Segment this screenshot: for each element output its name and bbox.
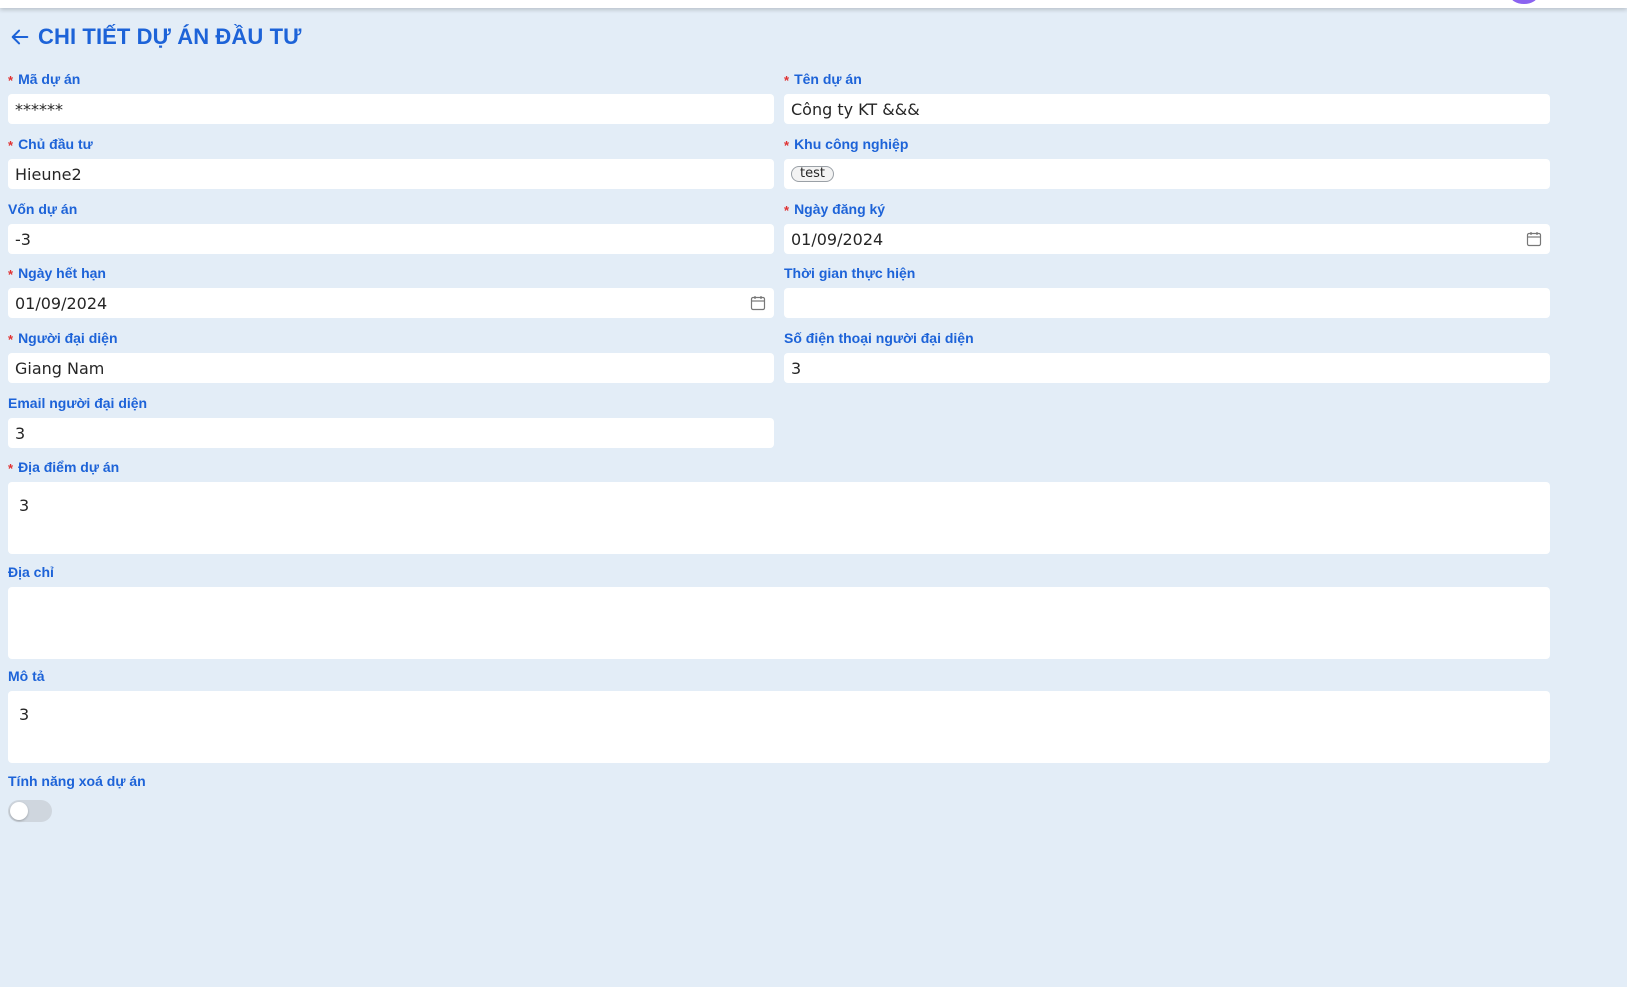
khu-cong-nghiep-select[interactable]: test bbox=[784, 159, 1550, 189]
field-label: Địa chỉ bbox=[8, 564, 54, 580]
required-mark: * bbox=[8, 331, 14, 347]
ngay-het-han-datepicker[interactable]: 01/09/2024 bbox=[8, 288, 774, 318]
field-label: Mã dự án bbox=[18, 71, 81, 87]
arrow-left-icon bbox=[11, 29, 29, 45]
thoi-gian-thuc-hien-input[interactable] bbox=[784, 288, 1550, 318]
field-label: Vốn dự án bbox=[8, 201, 78, 217]
required-mark: * bbox=[8, 137, 14, 153]
calendar-icon[interactable] bbox=[750, 295, 766, 311]
field-ngay-het-han: * Ngày hết hạn 01/09/2024 bbox=[8, 264, 774, 318]
mo-ta-textarea[interactable]: 3 bbox=[8, 691, 1550, 763]
field-thoi-gian-thuc-hien: Thời gian thực hiện bbox=[784, 264, 1550, 318]
dia-chi-textarea[interactable] bbox=[8, 587, 1550, 659]
field-label: Mô tả bbox=[8, 668, 45, 684]
field-label: Tính năng xoá dự án bbox=[8, 773, 146, 789]
required-mark: * bbox=[784, 137, 790, 153]
field-label: Người đại diện bbox=[18, 330, 118, 346]
dia-diem-du-an-textarea[interactable]: 3 bbox=[8, 482, 1550, 554]
avatar[interactable] bbox=[1510, 0, 1538, 4]
field-label: Tên dự án bbox=[794, 71, 862, 87]
email-nguoi-dai-dien-input[interactable]: 3 bbox=[8, 418, 774, 448]
chu-dau-tu-input[interactable]: Hieune2 bbox=[8, 159, 774, 189]
field-label: Khu công nghiệp bbox=[794, 136, 909, 152]
field-label: Địa điểm dự án bbox=[18, 459, 120, 475]
field-mo-ta: Mô tả 3 bbox=[8, 667, 1550, 763]
date-value: 01/09/2024 bbox=[791, 229, 884, 249]
field-ma-du-an: * Mã dự án ****** bbox=[8, 70, 774, 124]
field-label: Số điện thoại người đại diện bbox=[784, 330, 974, 346]
field-tinh-nang-xoa: Tính năng xoá dự án bbox=[8, 772, 308, 826]
delete-feature-toggle[interactable] bbox=[8, 800, 52, 822]
von-du-an-input[interactable]: -3 bbox=[8, 224, 774, 254]
toggle-knob bbox=[10, 802, 28, 820]
field-chu-dau-tu: * Chủ đầu tư Hieune2 bbox=[8, 135, 774, 189]
page-title: CHI TIẾT DỰ ÁN ĐẦU TƯ bbox=[38, 24, 302, 49]
date-value: 01/09/2024 bbox=[15, 293, 108, 313]
field-label: Email người đại diện bbox=[8, 395, 148, 411]
field-sdt-nguoi-dai-dien: Số điện thoại người đại diện 3 bbox=[784, 329, 1550, 383]
field-label: Ngày hết hạn bbox=[18, 265, 106, 281]
calendar-icon[interactable] bbox=[1526, 231, 1542, 247]
sdt-nguoi-dai-dien-input[interactable]: 3 bbox=[784, 353, 1550, 383]
field-dia-diem-du-an: * Địa điểm dự án 3 bbox=[8, 458, 1550, 554]
field-khu-cong-nghiep: * Khu công nghiệp test bbox=[784, 135, 1550, 189]
required-mark: * bbox=[8, 72, 14, 88]
nguoi-dai-dien-input[interactable]: Giang Nam bbox=[8, 353, 774, 383]
field-von-du-an: Vốn dự án -3 bbox=[8, 200, 774, 254]
top-bar bbox=[0, 0, 1627, 8]
ngay-dang-ky-datepicker[interactable]: 01/09/2024 bbox=[784, 224, 1550, 254]
page-header: CHI TIẾT DỰ ÁN ĐẦU TƯ bbox=[8, 24, 301, 50]
field-label: Chủ đầu tư bbox=[18, 136, 93, 152]
field-label: Thời gian thực hiện bbox=[784, 265, 916, 281]
field-email-nguoi-dai-dien: Email người đại diện 3 bbox=[8, 394, 774, 448]
ten-du-an-input[interactable]: Công ty KT &&& bbox=[784, 94, 1550, 124]
field-dia-chi: Địa chỉ bbox=[8, 563, 1550, 659]
field-ten-du-an: * Tên dự án Công ty KT &&& bbox=[784, 70, 1550, 124]
ma-du-an-input[interactable]: ****** bbox=[8, 94, 774, 124]
required-mark: * bbox=[8, 460, 14, 476]
field-nguoi-dai-dien: * Người đại diện Giang Nam bbox=[8, 329, 774, 383]
required-mark: * bbox=[8, 266, 14, 282]
required-mark: * bbox=[784, 72, 790, 88]
back-button[interactable] bbox=[8, 25, 32, 49]
field-label: Ngày đăng ký bbox=[794, 201, 886, 217]
required-mark: * bbox=[784, 202, 790, 218]
field-ngay-dang-ky: * Ngày đăng ký 01/09/2024 bbox=[784, 200, 1550, 254]
tag-chip[interactable]: test bbox=[791, 166, 834, 182]
